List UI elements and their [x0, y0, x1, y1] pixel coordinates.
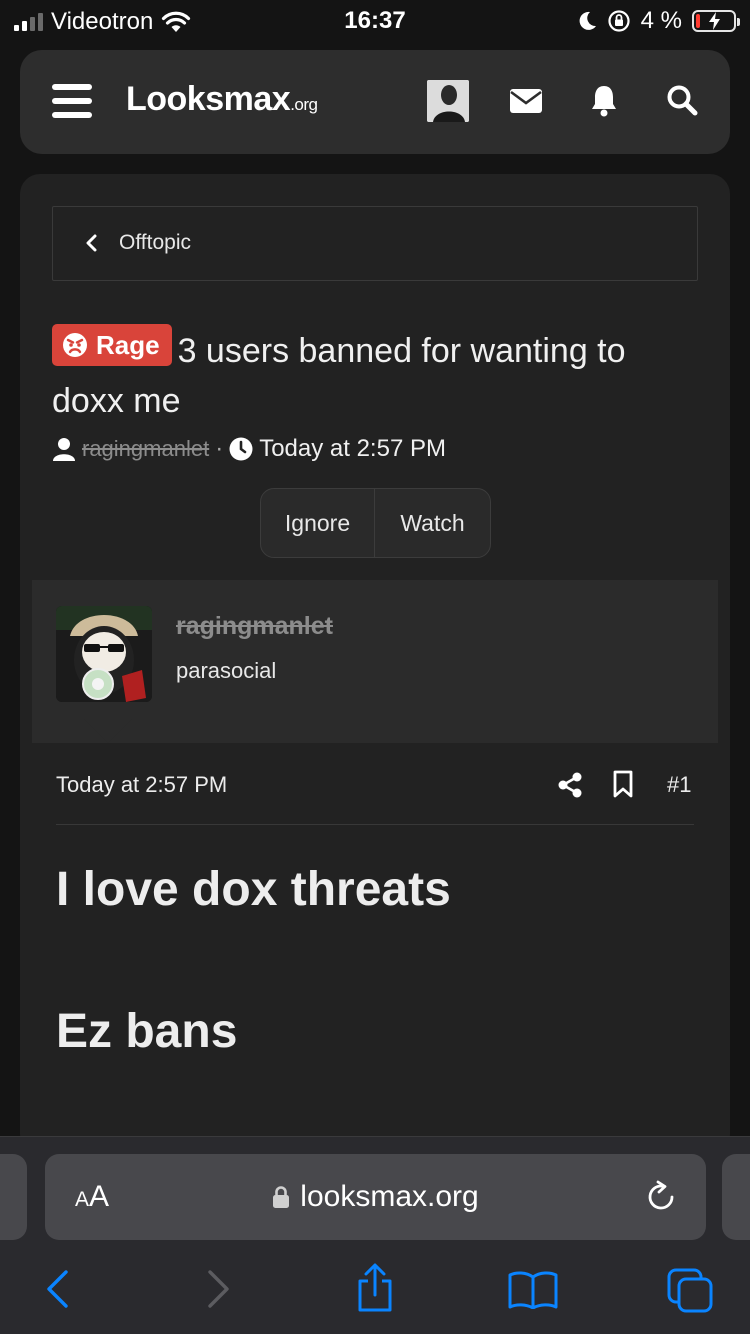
next-tab-preview[interactable] — [722, 1154, 750, 1240]
safari-bottom-bar: AA looksmax.org — [0, 1136, 750, 1334]
moon-icon — [579, 11, 596, 30]
thread-author[interactable]: ragingmanlet — [82, 436, 209, 462]
ignore-button[interactable]: Ignore — [261, 489, 375, 557]
battery-icon — [692, 10, 740, 32]
post-number[interactable]: #1 — [667, 772, 691, 798]
post-body-line: Ez bans — [56, 1005, 238, 1058]
share-icon[interactable] — [558, 772, 582, 798]
prefix-label: Rage — [96, 330, 160, 360]
site-header: Lᴏᴏksmax.org — [20, 50, 730, 154]
lock-icon — [273, 1186, 290, 1208]
chevron-left-icon — [86, 234, 97, 252]
status-right: 4 % — [577, 7, 740, 35]
post-body-line: I love dox threats — [56, 863, 451, 916]
bookmark-icon[interactable] — [612, 770, 634, 798]
account-avatar[interactable] — [427, 80, 469, 122]
envelope-icon[interactable] — [509, 88, 543, 114]
thread-meta: ragingmanlet · Today at 2:57 PM — [52, 435, 446, 463]
previous-tab-preview[interactable] — [0, 1154, 27, 1240]
status-bar: Videotron 16:37 4 % — [0, 0, 750, 44]
clock-icon — [229, 437, 253, 461]
logo-suffix: .org — [290, 95, 318, 114]
forward-icon[interactable] — [206, 1269, 232, 1309]
bell-icon[interactable] — [590, 84, 618, 118]
breadcrumb[interactable]: Offtopic — [52, 206, 698, 281]
orientation-lock-icon — [608, 10, 630, 32]
thread-content: Offtopic Rage 3 users banned for wanting… — [20, 174, 730, 1154]
url-display[interactable]: looksmax.org — [45, 1180, 706, 1217]
back-icon[interactable] — [44, 1269, 70, 1309]
battery-percent: 4 % — [640, 7, 682, 34]
search-icon[interactable] — [666, 84, 698, 116]
thread-date[interactable]: Today at 2:57 PM — [259, 435, 446, 463]
post-username[interactable]: ragingmanlet — [176, 612, 333, 641]
angry-face-icon — [63, 333, 87, 357]
post-date[interactable]: Today at 2:57 PM — [56, 772, 227, 798]
watch-button[interactable]: Watch — [375, 489, 490, 557]
post-user-block: ragingmanlet parasocial — [32, 580, 718, 743]
meta-separator: · — [215, 435, 224, 462]
thread-title: Rage 3 users banned for wanting to doxx … — [52, 324, 702, 426]
menu-icon[interactable] — [52, 84, 92, 118]
post-user-title: parasocial — [176, 658, 277, 683]
reload-icon[interactable] — [644, 1180, 678, 1214]
site-logo[interactable]: Lᴏᴏksmax.org — [126, 80, 318, 119]
post-meta: Today at 2:57 PM #1 — [56, 770, 696, 802]
share-sheet-icon[interactable] — [355, 1263, 395, 1313]
thread-actions: Ignore Watch — [260, 488, 491, 558]
url-text: looksmax.org — [300, 1180, 479, 1213]
logo-main: Lᴏᴏksmax — [126, 80, 291, 118]
post-divider — [56, 824, 694, 825]
address-bar[interactable]: AA looksmax.org — [45, 1154, 706, 1240]
tabs-icon[interactable] — [666, 1267, 714, 1313]
bookmarks-icon[interactable] — [508, 1271, 558, 1309]
breadcrumb-label: Offtopic — [119, 231, 191, 254]
user-icon — [53, 438, 75, 461]
user-block-pointer — [84, 719, 132, 743]
user-avatar[interactable] — [56, 606, 152, 702]
rage-prefix-badge[interactable]: Rage — [52, 324, 172, 366]
